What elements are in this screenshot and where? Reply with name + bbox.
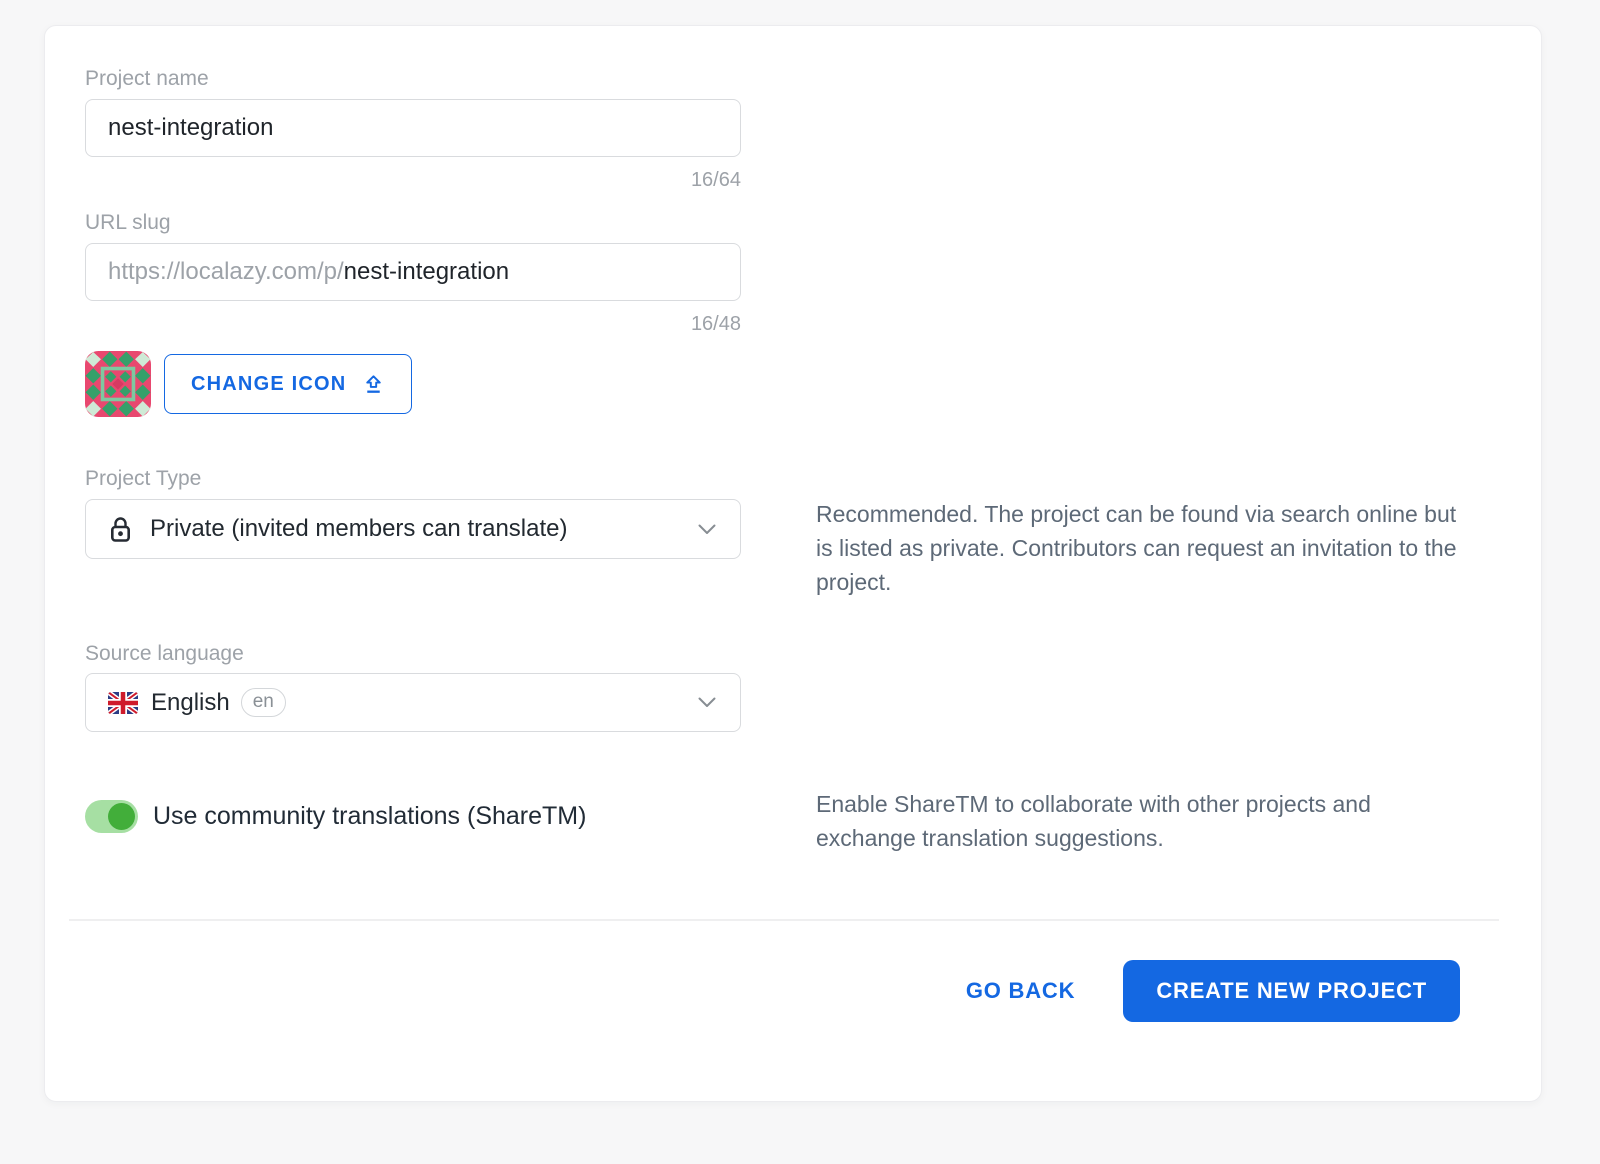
- url-slug-prefix: https://localazy.com/p/: [108, 258, 344, 285]
- go-back-button[interactable]: GO BACK: [962, 968, 1080, 1014]
- url-slug-input[interactable]: https://localazy.com/p/nest-integration: [85, 243, 741, 301]
- sharetm-toggle[interactable]: [85, 800, 138, 833]
- create-new-project-button[interactable]: CREATE NEW PROJECT: [1123, 960, 1460, 1022]
- sharetm-description: Enable ShareTM to collaborate with other…: [816, 791, 1371, 851]
- project-name-label: Project name: [85, 67, 209, 90]
- chevron-down-icon: [698, 524, 716, 534]
- url-slug-label: URL slug: [85, 211, 171, 234]
- change-icon-button-label: CHANGE ICON: [191, 372, 347, 395]
- footer-divider: [69, 919, 1499, 921]
- project-icon-row: CHANGE ICON: [85, 351, 1541, 417]
- project-type-label: Project Type: [85, 467, 202, 490]
- uk-flag-icon: [108, 691, 138, 714]
- source-language-label: Source language: [85, 642, 244, 665]
- sharetm-label: Use community translations (ShareTM): [153, 802, 587, 830]
- url-slug-counter: 16/48: [690, 313, 741, 335]
- form-content: Project name 16/64 URL slug https://loca…: [45, 26, 1541, 855]
- project-type-description: Recommended. The project can be found vi…: [816, 501, 1457, 595]
- change-icon-button[interactable]: CHANGE ICON: [164, 354, 413, 414]
- source-language-code-badge: en: [240, 688, 286, 717]
- sharetm-row: Use community translations (ShareTM) Ena…: [85, 789, 1541, 855]
- chevron-down-icon: [698, 697, 716, 707]
- project-type-row: Private (invited members can translate) …: [85, 499, 1541, 599]
- upload-icon: [366, 374, 382, 393]
- project-icon[interactable]: [85, 351, 151, 417]
- sharetm-toggle-block: Use community translations (ShareTM): [85, 789, 741, 833]
- create-project-card: Project name 16/64 URL slug https://loca…: [44, 25, 1542, 1102]
- project-type-select[interactable]: Private (invited members can translate): [85, 499, 741, 559]
- sharetm-toggle-group: Use community translations (ShareTM): [85, 800, 741, 833]
- project-name-counter: 16/64: [690, 169, 741, 191]
- url-slug-value: nest-integration: [343, 258, 510, 285]
- lock-icon: [110, 517, 130, 542]
- source-language-value: English: [151, 688, 230, 716]
- project-name-input[interactable]: [85, 99, 741, 157]
- project-type-value: Private (invited members can translate): [150, 515, 568, 542]
- source-language-select[interactable]: English en: [85, 673, 741, 732]
- footer-actions: GO BACK CREATE NEW PROJECT: [962, 960, 1460, 1022]
- sharetm-toggle-knob: [108, 803, 135, 830]
